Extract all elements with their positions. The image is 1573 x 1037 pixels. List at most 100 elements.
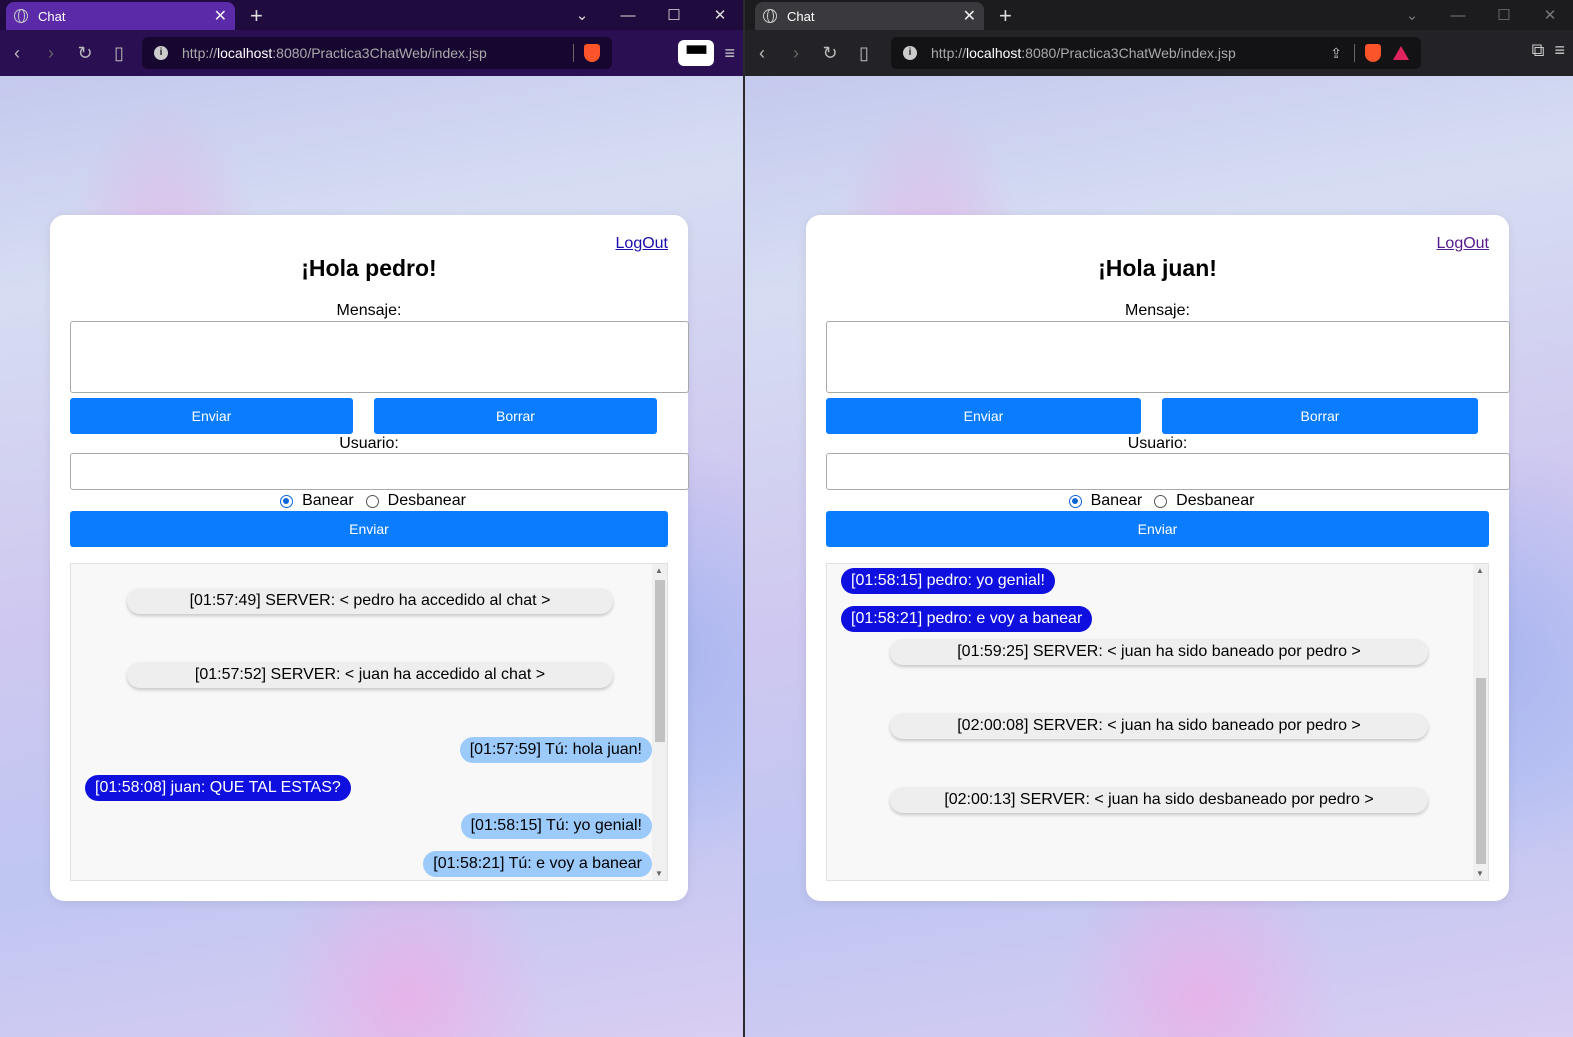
- server-message: [02:00:08] SERVER: < juan ha sido banead…: [890, 713, 1428, 739]
- new-tab-icon[interactable]: +: [999, 3, 1012, 29]
- scroll-thumb[interactable]: [1476, 678, 1486, 864]
- user-input[interactable]: [70, 453, 689, 490]
- page-title: ¡Hola pedro!: [301, 255, 437, 281]
- message-input[interactable]: [70, 321, 689, 393]
- scroll-down-icon[interactable]: ▼: [1476, 869, 1484, 878]
- maximize-icon[interactable]: ☐: [651, 6, 697, 24]
- tab-chat[interactable]: Chat ✕: [755, 2, 984, 30]
- own-message: [01:58:21] Tú: e voy a banear: [423, 851, 652, 877]
- close-window-icon[interactable]: ✕: [697, 6, 743, 24]
- send-user-button[interactable]: Enviar: [826, 511, 1489, 547]
- separator: [1354, 44, 1355, 62]
- browser-window-left: Chat ✕ + ⌄ — ☐ ✕ ‹ › ↻ ▯ i http://localh…: [0, 0, 743, 1037]
- ban-options: Banear Desbanear: [50, 492, 688, 510]
- browser-window-right: Chat ✕ + ⌄ — ☐ ✕ ‹ › ↻ ▯ i http://localh…: [745, 0, 1573, 1037]
- bookmark-icon[interactable]: ▯: [847, 43, 881, 64]
- scroll-up-icon[interactable]: ▲: [1476, 566, 1484, 575]
- chat-card: LogOut ¡Hola pedro! Mensaje: Enviar Borr…: [50, 215, 689, 901]
- tab-bar: Chat ✕ + ⌄ — ☐ ✕: [0, 0, 743, 30]
- chat-log[interactable]: [01:58:15] pedro: yo genial! [01:58:21] …: [826, 563, 1489, 881]
- url-host: localhost: [966, 45, 1022, 61]
- tab-bar: Chat ✕ + ⌄ — ☐ ✕: [745, 0, 1573, 30]
- message-label: Mensaje:: [336, 302, 402, 319]
- menu-icon[interactable]: ≡: [1554, 40, 1565, 61]
- other-message: [01:58:21] pedro: e voy a banear: [841, 606, 1093, 632]
- bookmark-icon[interactable]: ▯: [102, 43, 136, 64]
- brave-shields-icon[interactable]: [1365, 44, 1381, 62]
- forward-icon[interactable]: ›: [34, 43, 68, 64]
- toolbar-right: ⧉ ≡: [1532, 40, 1565, 61]
- tab-title: Chat: [787, 8, 815, 24]
- logout-link[interactable]: LogOut: [1437, 235, 1489, 253]
- info-icon[interactable]: i: [154, 46, 168, 60]
- scroll-down-icon[interactable]: ▼: [655, 869, 663, 878]
- address-bar[interactable]: i http://localhost:8080/Practica3ChatWeb…: [142, 37, 612, 69]
- other-message: [01:58:15] pedro: yo genial!: [841, 568, 1055, 594]
- maximize-icon[interactable]: ☐: [1481, 6, 1527, 24]
- ban-label: Banear: [302, 492, 354, 509]
- brave-rewards-icon[interactable]: [1393, 46, 1409, 60]
- url-prefix: http://: [931, 45, 967, 61]
- back-icon[interactable]: ‹: [745, 43, 779, 64]
- unban-radio[interactable]: [1154, 494, 1168, 508]
- url-prefix: http://: [182, 45, 218, 61]
- unban-radio[interactable]: [365, 494, 379, 508]
- page-content: LogOut ¡Hola pedro! Mensaje: Enviar Borr…: [0, 76, 743, 1037]
- server-message: [01:57:52] SERVER: < juan ha accedido al…: [127, 662, 613, 688]
- unban-label: Desbanear: [1176, 492, 1255, 509]
- url-host: localhost: [217, 45, 273, 61]
- own-message: [01:57:59] Tú: hola juan!: [459, 737, 652, 763]
- chat-scrollbar[interactable]: ▲ ▼: [652, 564, 667, 880]
- clear-button[interactable]: Borrar: [1162, 398, 1478, 434]
- reload-icon[interactable]: ↻: [813, 43, 847, 64]
- brave-shields-icon[interactable]: [584, 44, 600, 62]
- send-message-button[interactable]: Enviar: [70, 398, 353, 434]
- send-message-button[interactable]: Enviar: [826, 398, 1141, 434]
- menu-icon[interactable]: ≡: [724, 43, 735, 64]
- tab-list-icon[interactable]: ⌄: [559, 6, 605, 24]
- toolbar-right: ▀▀ ≡: [678, 40, 735, 66]
- minimize-icon[interactable]: —: [605, 7, 651, 24]
- scroll-thumb[interactable]: [655, 580, 665, 742]
- server-message: [01:57:49] SERVER: < pedro ha accedido a…: [127, 588, 613, 614]
- toolbar: ‹ › ↻ ▯ i http://localhost:8080/Practica…: [745, 30, 1573, 76]
- send-user-button[interactable]: Enviar: [70, 511, 668, 547]
- new-tab-icon[interactable]: +: [250, 3, 263, 29]
- chat-log[interactable]: [01:57:49] SERVER: < pedro ha accedido a…: [70, 563, 668, 881]
- close-tab-icon[interactable]: ✕: [963, 6, 976, 26]
- window-controls: ⌄ — ☐ ✕: [559, 0, 743, 30]
- own-message: [01:58:15] Tú: yo genial!: [460, 813, 652, 839]
- scroll-up-icon[interactable]: ▲: [655, 566, 663, 575]
- ban-radio[interactable]: [280, 494, 294, 508]
- clear-button[interactable]: Borrar: [374, 398, 657, 434]
- chat-scrollbar[interactable]: ▲ ▼: [1473, 564, 1488, 880]
- tab-chat[interactable]: Chat ✕: [6, 2, 235, 30]
- window-controls: ⌄ — ☐ ✕: [1389, 0, 1573, 30]
- share-icon[interactable]: ⇪: [1330, 45, 1342, 62]
- tab-title: Chat: [38, 8, 66, 24]
- message-label: Mensaje:: [1125, 302, 1190, 319]
- ban-options: Banear Desbanear: [806, 492, 1509, 510]
- server-message: [01:59:25] SERVER: < juan ha sido banead…: [890, 639, 1428, 665]
- unban-label: Desbanear: [387, 492, 466, 509]
- extensions-icon[interactable]: ⧉: [1532, 40, 1545, 61]
- info-icon[interactable]: i: [903, 46, 917, 60]
- close-window-icon[interactable]: ✕: [1527, 6, 1573, 24]
- minimize-icon[interactable]: —: [1435, 7, 1481, 24]
- user-input[interactable]: [826, 453, 1510, 490]
- address-bar[interactable]: i http://localhost:8080/Practica3ChatWeb…: [891, 37, 1421, 69]
- user-label: Usuario:: [1127, 435, 1188, 452]
- forward-icon[interactable]: ›: [779, 43, 813, 64]
- ban-label: Banear: [1090, 492, 1143, 509]
- private-glasses-icon[interactable]: ▀▀: [678, 40, 715, 66]
- other-message: [01:58:08] juan: QUE TAL ESTAS?: [85, 775, 351, 801]
- tab-list-icon[interactable]: ⌄: [1389, 6, 1435, 24]
- globe-icon: [763, 9, 777, 23]
- back-icon[interactable]: ‹: [0, 43, 34, 64]
- user-label: Usuario:: [339, 435, 399, 452]
- message-input[interactable]: [826, 321, 1510, 393]
- logout-link[interactable]: LogOut: [616, 235, 668, 253]
- close-tab-icon[interactable]: ✕: [214, 6, 227, 26]
- reload-icon[interactable]: ↻: [68, 43, 102, 64]
- ban-radio[interactable]: [1068, 494, 1082, 508]
